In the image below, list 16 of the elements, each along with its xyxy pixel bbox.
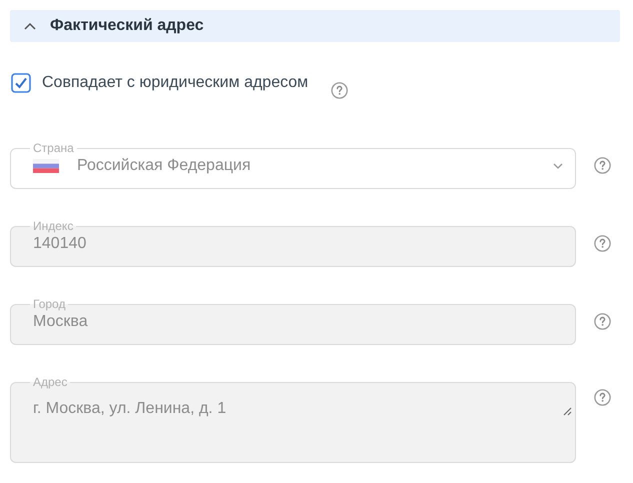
checkbox-label: Совпадает с юридическим адресом: [42, 74, 308, 92]
help-icon[interactable]: [594, 156, 611, 174]
field-label: Город: [32, 297, 66, 311]
help-icon[interactable]: [594, 234, 611, 252]
help-icon[interactable]: [594, 312, 611, 330]
chevron-icon: [24, 22, 36, 30]
flag-icon: [33, 159, 59, 173]
help-icon[interactable]: [594, 389, 611, 406]
field-label: Страна: [32, 141, 75, 155]
field-label: Адрес: [32, 375, 68, 389]
chevron-down-icon: [553, 163, 563, 169]
section-header[interactable]: Фактический адрес: [10, 10, 620, 42]
field-label: Индекс: [32, 219, 74, 233]
help-icon[interactable]: [331, 82, 348, 99]
checkbox[interactable]: [11, 73, 31, 93]
section-title: Фактический адрес: [50, 17, 204, 35]
